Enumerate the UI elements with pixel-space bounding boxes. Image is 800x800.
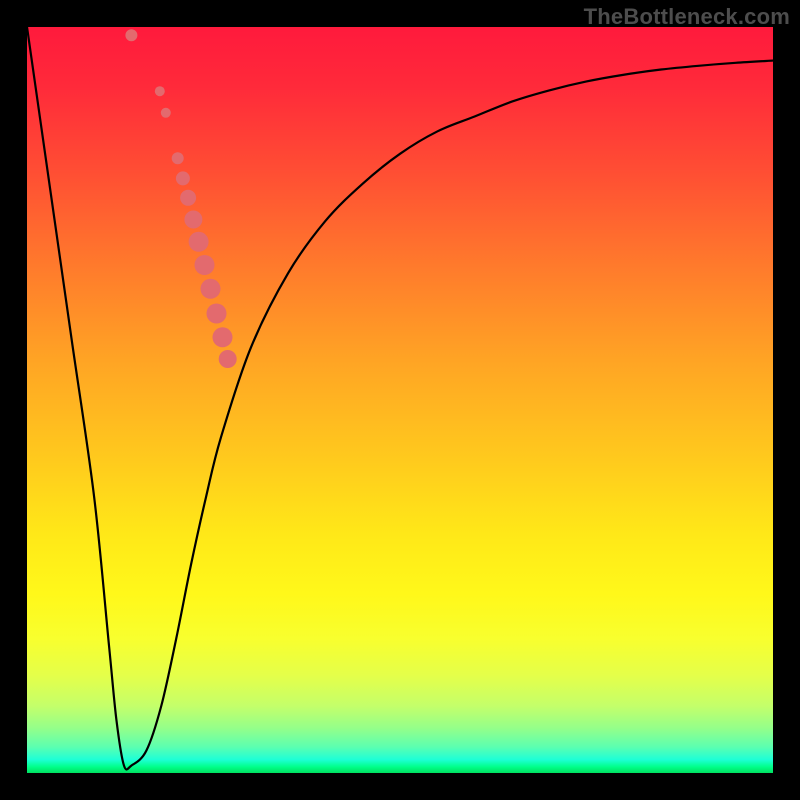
data-marker xyxy=(161,108,171,118)
chart-frame: TheBottleneck.com xyxy=(0,0,800,800)
data-marker xyxy=(155,86,165,96)
data-marker xyxy=(125,29,137,41)
marker-layer xyxy=(125,29,236,368)
data-marker xyxy=(201,279,221,299)
data-marker xyxy=(189,232,209,252)
data-marker xyxy=(213,327,233,347)
data-marker xyxy=(195,255,215,275)
data-marker xyxy=(176,171,190,185)
curve-layer xyxy=(27,27,773,769)
plot-area xyxy=(27,27,773,773)
data-marker xyxy=(180,190,196,206)
chart-svg xyxy=(27,27,773,773)
data-marker xyxy=(184,211,202,229)
data-marker xyxy=(207,304,227,324)
bottleneck-curve xyxy=(27,27,773,769)
data-marker xyxy=(219,350,237,368)
data-marker xyxy=(172,152,184,164)
watermark-text: TheBottleneck.com xyxy=(584,4,790,30)
